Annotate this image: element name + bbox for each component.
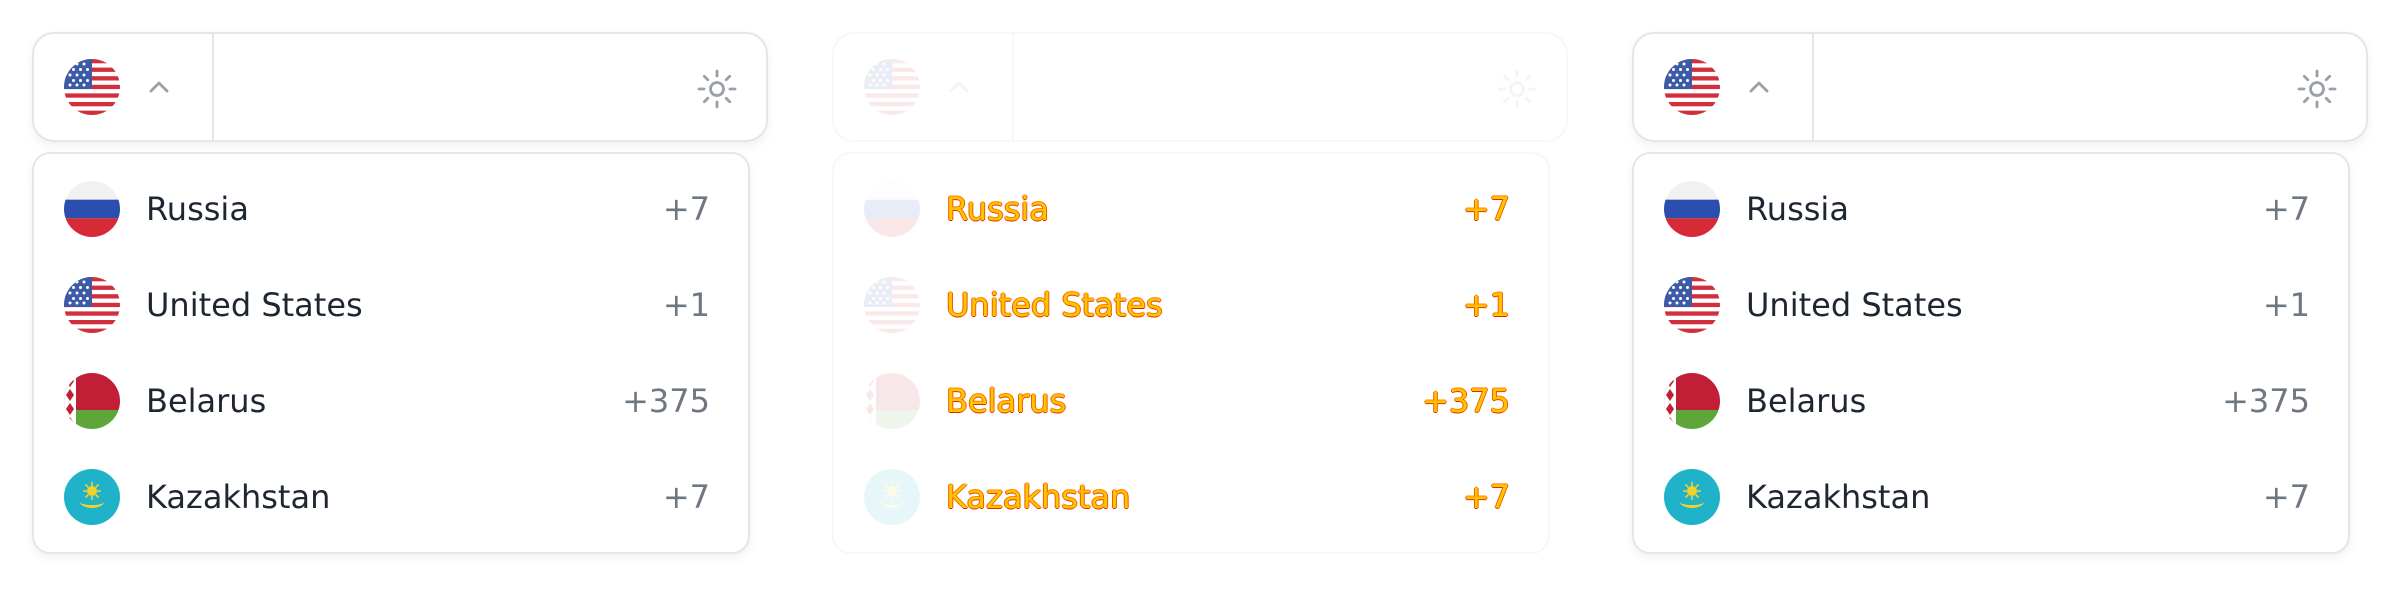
kz-flag-icon (64, 469, 120, 525)
kz-flag-icon (1664, 469, 1720, 525)
country-dial-code: +1 (1462, 286, 1510, 324)
country-dial-code: +7 (1462, 190, 1510, 228)
country-select-button[interactable] (1634, 34, 1814, 140)
country-name: Russia (946, 190, 1049, 228)
country-dial-code: +375 (2222, 382, 2310, 420)
country-dial-code: +7 (1462, 478, 1510, 516)
country-option-russia[interactable]: Russia +7 (834, 164, 1548, 254)
ru-flag-icon (1664, 181, 1720, 237)
phone-input-group (32, 32, 768, 142)
country-name: Kazakhstan (946, 478, 1131, 516)
chevron-up-icon (1746, 74, 1772, 100)
country-dial-code: +375 (1422, 382, 1510, 420)
chevron-up-icon (146, 74, 172, 100)
phone-number-input[interactable] (1018, 34, 1488, 140)
us-flag-icon (864, 59, 920, 115)
us-flag-icon (1664, 59, 1720, 115)
country-name: United States (146, 286, 363, 324)
chevron-up-icon (946, 74, 972, 100)
us-flag-icon (64, 277, 120, 333)
country-option-belarus[interactable]: Belarus +375 (1634, 356, 2348, 446)
country-option-belarus[interactable]: Belarus +375 (34, 356, 748, 446)
sun-icon[interactable] (696, 68, 738, 110)
country-option-russia[interactable]: Russia +7 (1634, 164, 2348, 254)
country-option-united-states[interactable]: United States +1 (34, 260, 748, 350)
phone-number-input[interactable] (218, 34, 688, 140)
phone-number-input[interactable] (1818, 34, 2288, 140)
country-dropdown: Russia +7 United States +1 Belarus +375 … (32, 152, 750, 554)
country-name: Russia (1746, 190, 1849, 228)
country-option-united-states[interactable]: United States +1 (1634, 260, 2348, 350)
country-option-united-states[interactable]: United States +1 (834, 260, 1548, 350)
country-dial-code: +7 (2262, 478, 2310, 516)
sun-icon[interactable] (2296, 68, 2338, 110)
by-flag-icon (1664, 373, 1720, 429)
country-option-kazakhstan[interactable]: Kazakhstan +7 (34, 452, 748, 542)
country-dial-code: +7 (662, 478, 710, 516)
sun-icon[interactable] (1496, 68, 1538, 110)
us-flag-icon (64, 59, 120, 115)
country-select-button[interactable] (834, 34, 1014, 140)
us-flag-icon (864, 277, 920, 333)
phone-input-group (1632, 32, 2368, 142)
country-dial-code: +1 (2262, 286, 2310, 324)
country-name: Kazakhstan (1746, 478, 1931, 516)
country-dial-code: +7 (662, 190, 710, 228)
country-dial-code: +7 (2262, 190, 2310, 228)
country-name: Belarus (146, 382, 267, 420)
phone-field-panel: Russia +7 United States +1 Belarus +375 … (1632, 32, 2368, 554)
by-flag-icon (64, 373, 120, 429)
ru-flag-icon (864, 181, 920, 237)
country-name: Russia (146, 190, 249, 228)
country-select-button[interactable] (34, 34, 214, 140)
country-option-belarus[interactable]: Belarus +375 (834, 356, 1548, 446)
country-option-kazakhstan[interactable]: Kazakhstan +7 (834, 452, 1548, 542)
country-name: Belarus (1746, 382, 1867, 420)
country-option-kazakhstan[interactable]: Kazakhstan +7 (1634, 452, 2348, 542)
country-dial-code: +1 (662, 286, 710, 324)
phone-field-panel-ghost: Russia +7 United States +1 Belarus +375 … (832, 32, 1568, 554)
ru-flag-icon (64, 181, 120, 237)
by-flag-icon (864, 373, 920, 429)
country-name: United States (1746, 286, 1963, 324)
country-name: Belarus (946, 382, 1067, 420)
country-dropdown: Russia +7 United States +1 Belarus +375 … (1632, 152, 2350, 554)
country-dropdown: Russia +7 United States +1 Belarus +375 … (832, 152, 1550, 554)
phone-input-group (832, 32, 1568, 142)
us-flag-icon (1664, 277, 1720, 333)
country-dial-code: +375 (622, 382, 710, 420)
kz-flag-icon (864, 469, 920, 525)
phone-field-panel: Russia +7 United States +1 Belarus +375 … (32, 32, 768, 554)
country-name: Kazakhstan (146, 478, 331, 516)
country-name: United States (946, 286, 1163, 324)
country-option-russia[interactable]: Russia +7 (34, 164, 748, 254)
